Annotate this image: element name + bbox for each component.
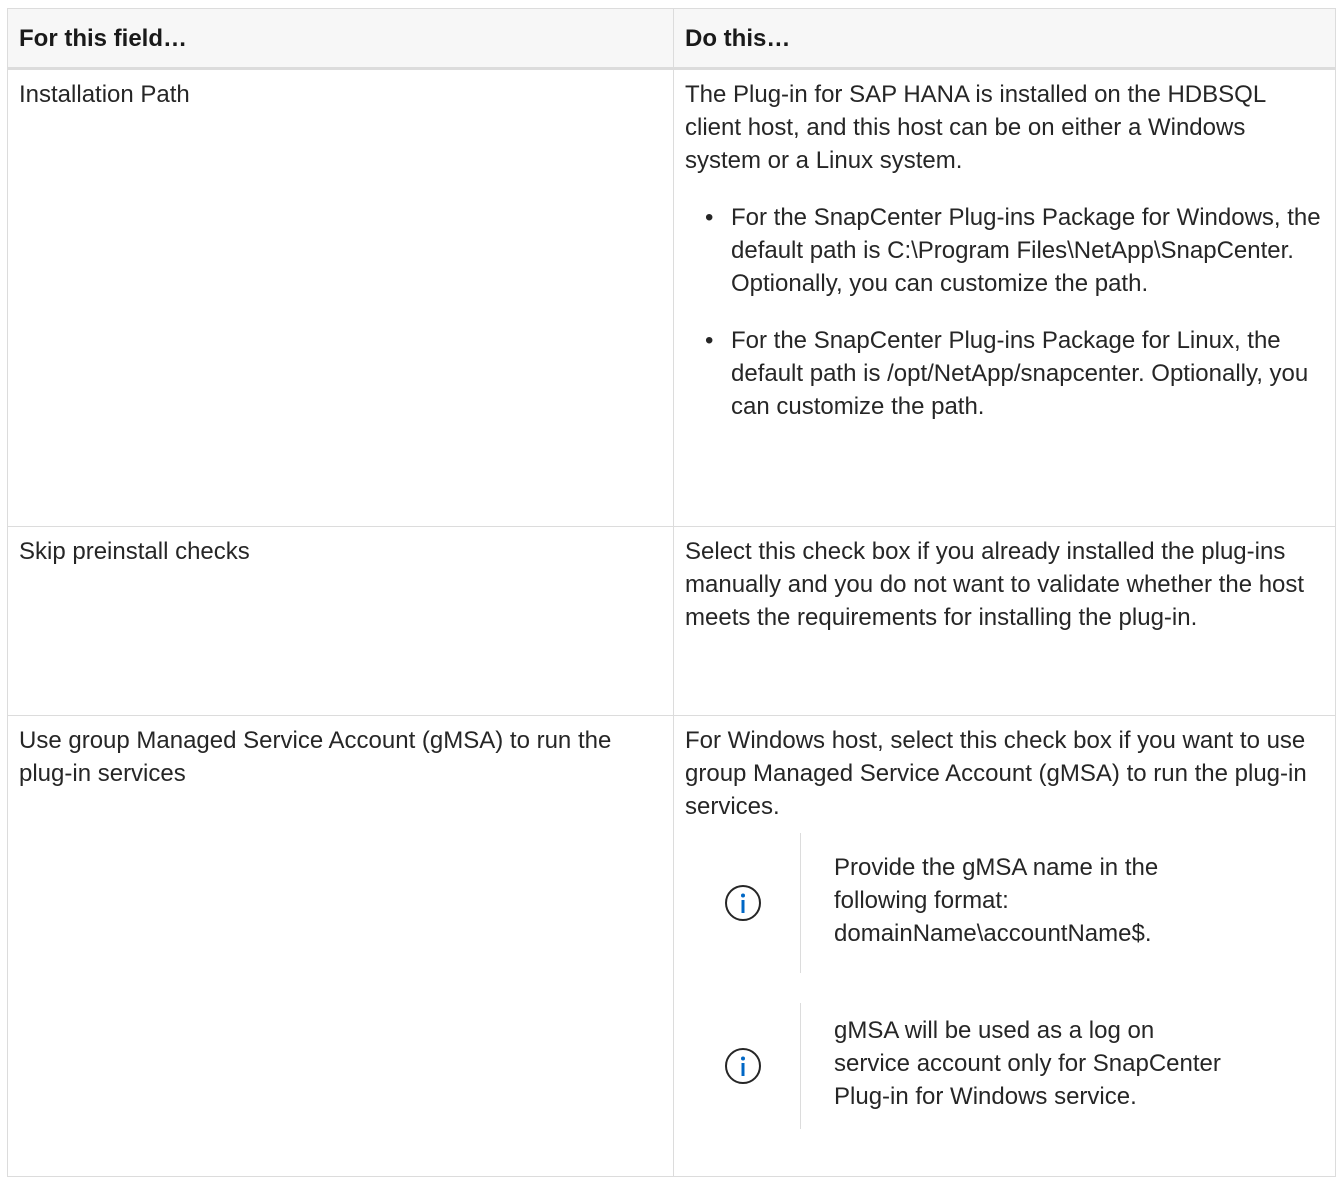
- table-row: Installation Path The Plug-in for SAP HA…: [7, 68, 1336, 527]
- info-icon: [685, 883, 800, 923]
- field-name-cell: Skip preinstall checks: [7, 526, 674, 716]
- list-item: • For the SnapCenter Plug-ins Package fo…: [705, 324, 1324, 423]
- description-cell: For Windows host, select this check box …: [673, 715, 1336, 1177]
- table-row: Skip preinstall checks Select this check…: [7, 526, 1336, 716]
- field-name-cell: Installation Path: [7, 68, 674, 527]
- description-cell: The Plug-in for SAP HANA is installed on…: [673, 68, 1336, 527]
- info-icon: [685, 1046, 800, 1086]
- header-row: For this field… Do this…: [7, 8, 1336, 70]
- bullet-glyph: •: [705, 204, 714, 231]
- field-name-cell: Use group Managed Service Account (gMSA)…: [7, 715, 674, 1177]
- list-item-text: For the SnapCenter Plug-ins Package for …: [731, 327, 1309, 420]
- info-note: gMSA will be used as a log on service ac…: [685, 1003, 1324, 1129]
- note-text: gMSA will be used as a log on service ac…: [834, 1017, 1221, 1110]
- table-row: Use group Managed Service Account (gMSA)…: [7, 715, 1336, 1177]
- description-text: For Windows host, select this check box …: [685, 727, 1307, 820]
- description-text: The Plug-in for SAP HANA is installed on…: [685, 81, 1266, 174]
- list-item-text: For the SnapCenter Plug-ins Package for …: [731, 204, 1321, 297]
- action-column-header: Do this…: [673, 8, 1336, 70]
- description-text: Select this check box if you already ins…: [685, 538, 1305, 631]
- description-cell: Select this check box if you already ins…: [673, 526, 1336, 716]
- field-column-header: For this field…: [7, 8, 674, 70]
- fields-table: For this field… Do this… Installation Pa…: [7, 8, 1336, 1177]
- note-text: Provide the gMSA name in the following f…: [834, 854, 1159, 947]
- bullet-glyph: •: [705, 327, 714, 354]
- bullet-list: • For the SnapCenter Plug-ins Package fo…: [685, 201, 1324, 423]
- list-item: • For the SnapCenter Plug-ins Package fo…: [705, 201, 1324, 300]
- info-note: Provide the gMSA name in the following f…: [685, 833, 1324, 973]
